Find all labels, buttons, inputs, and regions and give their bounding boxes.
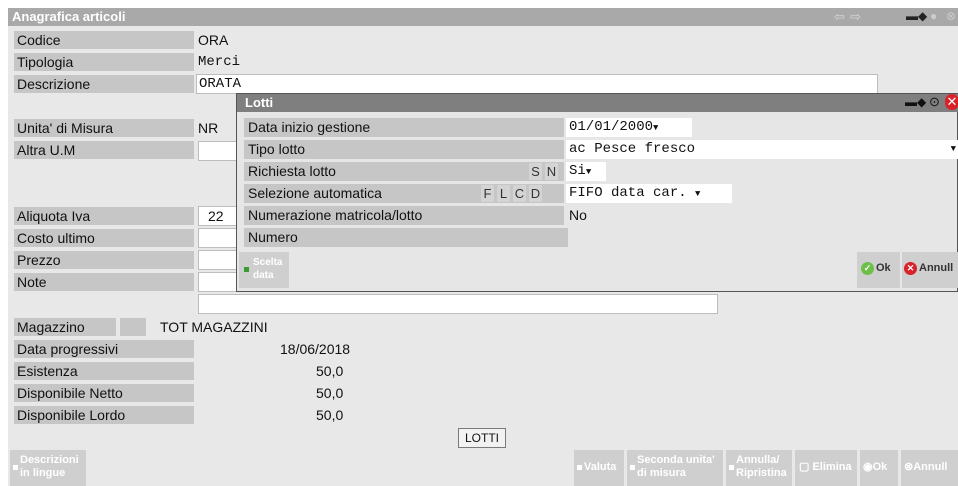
richiesta-lotto-label: Richiesta lotto [244, 162, 564, 181]
scelta-data-line2: data [253, 270, 274, 281]
toolbar-annulla-button[interactable]: ⊗Annull [901, 450, 958, 486]
data-progressivi-label: Data progressivi [14, 340, 194, 358]
disponibile-netto-label: Disponibile Netto [14, 384, 194, 402]
tipo-lotto-field[interactable]: ac Pesce fresco ▼ [566, 140, 958, 159]
lotti-button[interactable]: LOTTI [458, 428, 506, 448]
chevron-down-icon: ▼ [585, 167, 592, 177]
close-icon[interactable]: ⊗ [946, 9, 956, 23]
forward-arrow-icon[interactable]: ⇨ [850, 9, 861, 25]
toolbar-ok-label: Ok [872, 461, 888, 473]
back-arrow-icon[interactable]: ⇦ [834, 9, 845, 25]
esistenza-label: Esistenza [14, 362, 194, 380]
disponibile-lordo-label: Disponibile Lordo [14, 406, 194, 424]
note-label: Note [14, 273, 194, 291]
descrizione-label: Descrizione [14, 75, 194, 93]
altra-um-label: Altra U.M [14, 141, 194, 159]
note-field[interactable] [198, 272, 238, 292]
magazzino-label: Magazzino [14, 318, 116, 336]
pin-icon[interactable]: ▬◆ [906, 9, 927, 23]
seconda-line2: di misura [637, 467, 686, 479]
numerazione-value: No [569, 207, 587, 223]
circle-icon[interactable]: ● [930, 9, 937, 23]
lotti-radio-icon[interactable]: ⊙ [929, 94, 940, 110]
descrizione-field[interactable]: ORATA [196, 74, 878, 94]
ok-circle-icon: ◉ [863, 461, 873, 473]
elimina-label: Elimina [812, 461, 852, 473]
unita-misura-label: Unita' di Misura [14, 119, 194, 137]
descrizioni-lingue-button[interactable]: Descrizioni in lingue [10, 450, 86, 486]
tipologia-label: Tipologia [14, 53, 194, 71]
richiesta-lotto-value: Si [569, 163, 586, 179]
chevron-down-icon: ▼ [695, 189, 701, 199]
aliquota-iva-value: 22 [208, 208, 224, 224]
data-progressivi-value: 18/06/2018 [280, 341, 351, 357]
annulla-ripristina-line1: Annulla/ [736, 454, 780, 466]
prezzo-field[interactable] [198, 250, 238, 270]
elimina-button[interactable]: ▢ Elimina [795, 450, 857, 486]
descrizioni-line1: Descrizioni [20, 454, 79, 466]
costo-ultimo-label: Costo ultimo [14, 229, 194, 247]
data-inizio-value: 01/01/2000 [569, 119, 654, 135]
magazzino-value: TOT MAGAZZINI [160, 319, 268, 335]
cancel-circle-icon: ⊗ [904, 461, 914, 473]
window-title: Anagrafica articoli [12, 9, 126, 24]
chevron-down-icon: ▼ [950, 144, 956, 154]
toolbar-annulla-label: Annull [913, 461, 948, 473]
cancel-icon: ✕ [904, 262, 917, 275]
lotti-titlebar: Lotti ▬◆ ⊙ ✕ [237, 94, 958, 112]
seconda-unita-button[interactable]: Seconda unita' di misura [627, 450, 723, 486]
tipo-lotto-value: ac Pesce fresco [569, 141, 696, 157]
lotti-ok-button[interactable]: ✓ Ok [857, 252, 900, 288]
lotti-ok-label: Ok [876, 262, 891, 274]
check-icon: ✓ [861, 262, 874, 275]
selezione-option-l[interactable]: L [497, 185, 510, 202]
descrizioni-line2: in lingue [20, 467, 66, 479]
chevron-down-icon: ▼ [653, 123, 659, 133]
aliquota-iva-field[interactable]: 22 [198, 206, 238, 226]
esistenza-value: 50,0 [316, 363, 344, 379]
altra-um-field[interactable] [198, 141, 238, 161]
disponibile-lordo-value: 50,0 [316, 407, 344, 423]
prezzo-label: Prezzo [14, 251, 194, 269]
scelta-data-button[interactable]: Scelta data [239, 252, 289, 288]
richiesta-option-s[interactable]: S [529, 163, 542, 180]
selezione-automatica-field[interactable]: FIFO data car. ▼ [566, 184, 732, 203]
numero-label: Numero [244, 228, 568, 247]
valuta-button[interactable]: Valuta [574, 450, 624, 486]
descrizione-value: ORATA [199, 76, 242, 92]
seconda-line1: Seconda unita' [637, 454, 715, 466]
aliquota-iva-label: Aliquota Iva [14, 207, 194, 225]
magazzino-code-box[interactable] [120, 318, 146, 336]
selezione-option-f[interactable]: F [481, 185, 494, 202]
trash-icon: ▢ [799, 461, 810, 473]
data-inizio-field[interactable]: 01/01/2000▼ [566, 118, 692, 137]
numerazione-label: Numerazione matricola/lotto [244, 206, 564, 225]
selezione-option-c[interactable]: C [513, 185, 526, 202]
tipo-lotto-label: Tipo lotto [244, 140, 564, 159]
data-inizio-label: Data inizio gestione [244, 118, 564, 137]
lotti-annulla-label: Annull [919, 262, 954, 274]
annulla-ripristina-line2: Ripristina [736, 467, 787, 479]
window-titlebar: Anagrafica articoli ⇦ ⇨ ▬◆ ● ⊗ [8, 8, 958, 26]
codice-value[interactable]: ORA [198, 31, 228, 49]
toolbar-ok-button[interactable]: ◉Ok [860, 450, 898, 486]
lotti-close-icon[interactable]: ✕ [945, 94, 958, 110]
lotti-title: Lotti [245, 95, 274, 110]
codice-label: Codice [14, 31, 194, 49]
scelta-data-line1: Scelta [253, 257, 283, 268]
richiesta-lotto-field[interactable]: Si▼ [566, 162, 606, 181]
lotti-annulla-button[interactable]: ✕ Annull [902, 252, 958, 288]
disponibile-netto-value: 50,0 [316, 385, 344, 401]
richiesta-option-n[interactable]: N [545, 163, 558, 180]
lotti-pin-icon[interactable]: ▬◆ [905, 95, 926, 109]
selezione-option-d[interactable]: D [529, 185, 542, 202]
unita-misura-value[interactable]: NR [198, 119, 218, 137]
valuta-label: Valuta [584, 461, 617, 473]
annulla-ripristina-button[interactable]: Annulla/ Ripristina [726, 450, 792, 486]
selezione-automatica-value: FIFO data car. [569, 185, 687, 201]
costo-ultimo-field[interactable] [198, 228, 238, 248]
note-extra-field[interactable] [198, 294, 718, 314]
tipologia-value[interactable]: Merci [198, 53, 240, 71]
